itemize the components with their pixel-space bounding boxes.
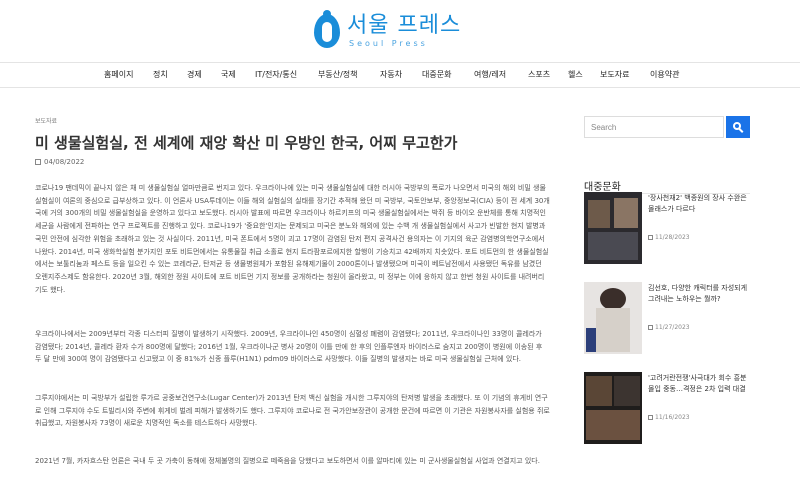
news-card[interactable]: '고려거란전쟁'사극대가 회수 흥분 몰입 중동…격정은 2차 입력 대결 11…: [584, 372, 750, 444]
article-date-text: 04/08/2022: [44, 158, 85, 166]
news-thumbnail[interactable]: [584, 282, 642, 354]
logo-drop-icon: [311, 10, 341, 52]
article-title: 미 생물실험실, 전 세계에 재앙 확산 미 우방인 한국, 어찌 무고한가: [35, 134, 458, 152]
nav-item-travel[interactable]: 여행/레저: [474, 69, 506, 80]
nav-item-realestate[interactable]: 부동산/정책: [318, 69, 358, 80]
news-card-date-text: 11/28/2023: [655, 234, 690, 241]
nav-item-auto[interactable]: 자동차: [380, 69, 402, 80]
logo-text: 서울 프레스 Seoul Press: [347, 12, 462, 48]
nav-item-economy[interactable]: 경제: [187, 69, 202, 80]
news-card-date-text: 11/27/2023: [655, 324, 690, 331]
logo-name-en: Seoul Press: [349, 38, 428, 48]
nav-item-politics[interactable]: 정치: [153, 69, 168, 80]
news-card-title[interactable]: '장사천재2' 백종원의 장사 수완은 몰래스가 다르다: [648, 193, 750, 215]
article-paragraph: 코로나19 팬데믹이 끝나지 않은 채 미 생물실험실 얼마만큼로 번지고 있다…: [35, 184, 550, 294]
article-date: 04/08/2022: [35, 158, 84, 166]
news-card[interactable]: 김선호, 다양한 캐릭터를 자성되게 그려내는 노하우는 뭘까? 11/27/2…: [584, 282, 750, 354]
search-button[interactable]: [726, 116, 750, 138]
news-card-date: 11/16/2023: [648, 414, 690, 421]
nav-item-international[interactable]: 국제: [221, 69, 236, 80]
calendar-icon: [648, 415, 653, 420]
news-card-title[interactable]: 김선호, 다양한 캐릭터를 자성되게 그려내는 노하우는 뭘까?: [648, 283, 750, 305]
article-paragraph: 그루지야에서는 미 국방부가 설립한 루가르 공중보건연구소(Lugar Cen…: [35, 394, 550, 428]
news-card-date: 11/27/2023: [648, 324, 690, 331]
calendar-icon: [648, 325, 653, 330]
article-paragraph: 우크라이나에서는 2009년부터 각종 디스터피 질병이 발생하기 시작했다. …: [35, 330, 543, 364]
nav-item-press[interactable]: 보도자료: [600, 69, 629, 80]
news-card[interactable]: '장사천재2' 백종원의 장사 수완은 몰래스가 다르다 11/28/2023: [584, 192, 750, 264]
news-thumbnail[interactable]: [584, 372, 642, 444]
sidebar-section-title: 대중문화: [584, 182, 621, 193]
main-nav: 홈페이지 정치 경제 국제 IT/전자/통신 부동산/정책 자동차 대중문화 여…: [0, 62, 800, 88]
news-thumbnail[interactable]: [584, 192, 642, 264]
news-card-title[interactable]: '고려거란전쟁'사극대가 회수 흥분 몰입 중동…격정은 2차 입력 대결: [648, 373, 750, 395]
news-card-date: 11/28/2023: [648, 234, 690, 241]
logo-name-ko: 서울 프레스: [347, 12, 462, 38]
nav-item-sports[interactable]: 스포츠: [528, 69, 550, 80]
nav-item-entertainment[interactable]: 대중문화: [422, 69, 451, 80]
site-logo[interactable]: 서울 프레스 Seoul Press: [311, 6, 461, 56]
article-paragraph: 2021년 7월, 카자흐스탄 언론은 국내 두 곳 가축이 동해에 정체불명의…: [35, 457, 540, 465]
site-header: 서울 프레스 Seoul Press: [0, 0, 800, 62]
nav-item-health[interactable]: 헬스: [568, 69, 583, 80]
calendar-icon: [648, 235, 653, 240]
calendar-icon: [35, 159, 41, 165]
article-category[interactable]: 보도자료: [35, 116, 57, 125]
nav-item-home[interactable]: 홈페이지: [104, 69, 133, 80]
news-card-date-text: 11/16/2023: [655, 414, 690, 421]
search-input[interactable]: Search: [584, 116, 724, 138]
nav-item-terms[interactable]: 이용약관: [650, 69, 679, 80]
nav-item-it[interactable]: IT/전자/통신: [255, 69, 297, 80]
